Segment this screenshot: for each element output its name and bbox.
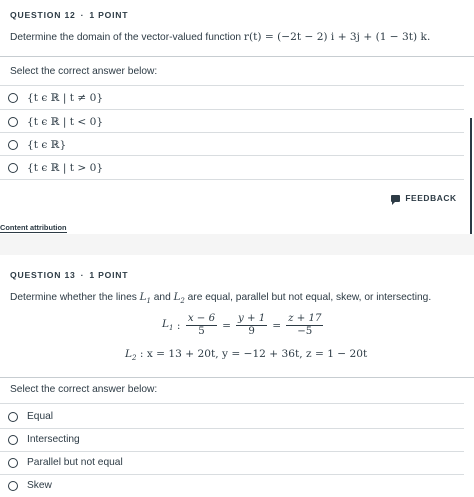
prompt-text: Determine whether the lines [10,292,140,303]
question-12-prompt: Determine the domain of the vector-value… [10,31,430,43]
question-13-option-equal[interactable]: Equal [0,405,470,428]
radio-button[interactable] [8,434,18,445]
question-13-option-skew[interactable]: Skew [0,474,470,497]
question-separator-band [0,234,474,255]
fraction-numerator: z + 17 [286,313,324,326]
fraction-numerator: x − 6 [185,313,218,326]
radio-button[interactable] [8,411,18,422]
fraction-numerator: y + 1 [235,313,268,326]
option-label: Intersecting [27,434,80,445]
equation-lhs: L2 [125,348,137,362]
fraction-denominator: 9 [248,326,255,337]
option-label: Equal [27,411,54,422]
question-12-number: QUESTION 12 [10,10,76,20]
line-l2-equation: L2 : x = 13 + 20t, y = −12 + 36t, z = 1 … [125,348,367,362]
chat-bubble-icon [391,194,401,205]
question-12-header: QUESTION 12 · 1 POINT [10,10,128,20]
header-separator: · [80,10,85,20]
option-label: {t ϵ ℝ | t ≠ 0} [27,91,104,104]
fraction-denominator: −5 [297,326,313,337]
radio-button[interactable] [8,457,18,468]
question-13-header: QUESTION 13 · 1 POINT [10,270,128,280]
divider [0,377,474,378]
question-13-select-label: Select the correct answer below: [10,384,158,395]
option-label: {t ϵ ℝ | t > 0} [27,161,104,174]
radio-button[interactable] [8,480,18,491]
content-attribution-link[interactable]: Content attribution [0,223,67,233]
equation-lhs: L1 [162,318,174,332]
option-divider [0,403,464,404]
question-12-select-label: Select the correct answer below: [10,66,158,77]
radio-button[interactable] [8,92,18,103]
question-13-option-intersecting[interactable]: Intersecting [0,428,470,451]
option-label: {t ϵ ℝ | t < 0} [27,115,104,128]
option-label: Parallel but not equal [27,457,123,468]
fraction-x: x − 6 5 [185,313,218,338]
fraction-denominator: 5 [198,326,205,337]
question-12-points: 1 POINT [89,10,129,20]
radio-button[interactable] [8,116,18,127]
feedback-button[interactable]: FEEDBACK [386,189,462,207]
fraction-y: y + 1 9 [235,313,268,338]
divider [0,56,474,57]
question-13-points: 1 POINT [89,270,129,280]
option-label: Skew [27,480,52,491]
question-12-option-4[interactable]: {t ϵ ℝ | t > 0} [0,156,470,179]
equation-rhs: : x = 13 + 20t, y = −12 + 36t, z = 1 − 2… [136,348,368,360]
header-separator: · [80,270,85,280]
radio-button[interactable] [8,162,18,173]
question-13-number: QUESTION 13 [10,270,76,280]
prompt-text: are equal, parallel but not equal, skew,… [184,292,432,303]
line-l2-symbol: L2 [174,292,185,305]
question-12-option-2[interactable]: {t ϵ ℝ | t < 0} [0,110,470,133]
line-symbol: L [125,348,133,360]
question-13-prompt: Determine whether the lines L1 and L2 ar… [10,292,431,305]
feedback-label: FEEDBACK [405,193,457,203]
option-divider [0,179,464,180]
question-12-option-3[interactable]: {t ϵ ℝ} [0,133,470,156]
question-12-prompt-text: Determine the domain of the vector-value… [10,32,244,43]
line-l1-equation: L1 : x − 6 5 = y + 1 9 = z + 17 −5 [162,313,325,338]
fraction-z: z + 17 −5 [286,313,324,338]
radio-button[interactable] [8,139,18,150]
question-12-option-1[interactable]: {t ϵ ℝ | t ≠ 0} [0,86,470,109]
equation-colon: : [173,319,184,332]
equals-sign: = [222,319,231,332]
question-13-option-parallel[interactable]: Parallel but not equal [0,451,470,474]
option-label: {t ϵ ℝ} [27,138,67,151]
line-symbol: L [162,318,170,331]
line-l1-symbol: L1 [140,292,151,305]
scrollbar[interactable] [470,118,472,253]
equals-sign: = [272,319,282,332]
prompt-text: and [150,292,174,303]
question-12-prompt-math: r(t) = (−2t − 2) i + 3j + (1 − 3t) k. [243,31,431,43]
